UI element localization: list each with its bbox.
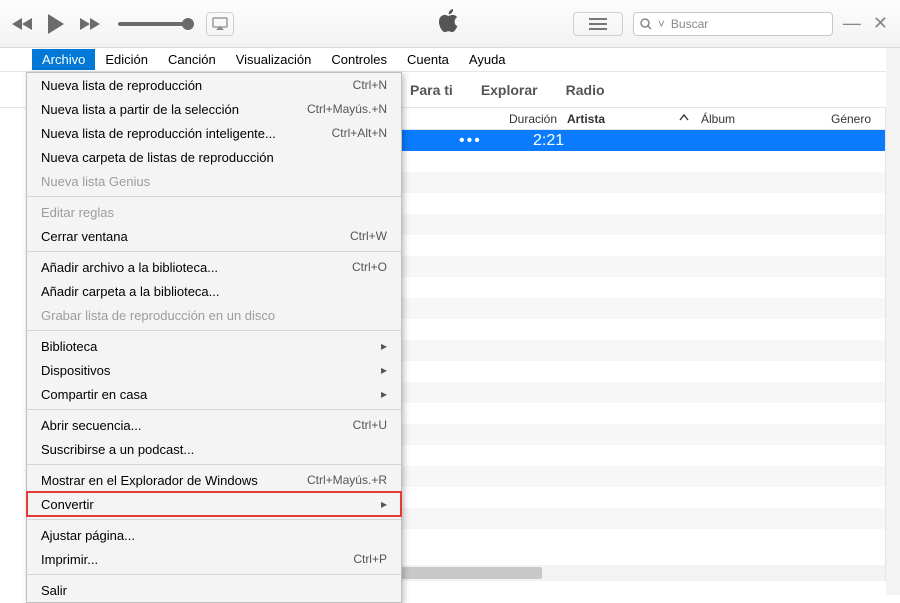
player-right: ˅ Buscar — ✕: [573, 12, 888, 36]
menu-item-shortcut: Ctrl+W: [350, 229, 387, 243]
menu-item-dispositivos[interactable]: Dispositivos ▸: [27, 358, 401, 382]
menu-item-label: Abrir secuencia...: [41, 418, 141, 433]
menu-item-label: Añadir carpeta a la biblioteca...: [41, 284, 220, 299]
menu-item-label: Imprimir...: [41, 552, 98, 567]
menu-cancion[interactable]: Canción: [158, 49, 226, 70]
window-controls: — ✕: [843, 13, 888, 34]
menu-item-grabar-lista-de-reproducción-en-un-disco: Grabar lista de reproducción en un disco: [27, 303, 401, 327]
menu-item-label: Salir: [41, 583, 67, 598]
tab-radio[interactable]: Radio: [566, 82, 605, 98]
menu-item-cerrar-ventana[interactable]: Cerrar ventana Ctrl+W: [27, 224, 401, 248]
menu-item-añadir-archivo-a-la-biblioteca[interactable]: Añadir archivo a la biblioteca... Ctrl+O: [27, 255, 401, 279]
menu-archivo[interactable]: Archivo: [32, 49, 95, 70]
menu-item-ajustar-página[interactable]: Ajustar página...: [27, 523, 401, 547]
menu-edicion[interactable]: Edición: [95, 49, 158, 70]
menu-item-label: Biblioteca: [41, 339, 97, 354]
menu-item-nueva-lista-de-reproducción[interactable]: Nueva lista de reproducción Ctrl+N: [27, 73, 401, 97]
chevron-right-icon: ▸: [381, 339, 387, 353]
menu-item-biblioteca[interactable]: Biblioteca ▸: [27, 334, 401, 358]
menu-item-shortcut: Ctrl+Mayús.+N: [307, 102, 387, 116]
menu-item-label: Suscribirse a un podcast...: [41, 442, 194, 457]
airplay-button[interactable]: [206, 12, 234, 36]
menu-item-convertir[interactable]: Convertir ▸: [27, 492, 401, 516]
player-controls: [12, 12, 234, 36]
menu-item-shortcut: Ctrl+Mayús.+R: [307, 473, 387, 487]
column-genero[interactable]: Género: [831, 112, 871, 126]
menu-item-label: Nueva carpeta de listas de reproducción: [41, 150, 274, 165]
menu-item-shortcut: Ctrl+Alt+N: [332, 126, 387, 140]
search-placeholder: Buscar: [671, 17, 826, 31]
menu-item-label: Nueva lista Genius: [41, 174, 150, 189]
track-duration: 2:21: [533, 132, 564, 150]
menu-item-label: Nueva lista de reproducción: [41, 78, 202, 93]
chevron-right-icon: ▸: [381, 497, 387, 511]
menu-item-label: Añadir archivo a la biblioteca...: [41, 260, 218, 275]
menu-item-compartir-en-casa[interactable]: Compartir en casa ▸: [27, 382, 401, 406]
menu-visualizacion[interactable]: Visualización: [226, 49, 322, 70]
menu-item-suscribirse-a-un-podcast[interactable]: Suscribirse a un podcast...: [27, 437, 401, 461]
menu-item-shortcut: Ctrl+O: [352, 260, 387, 274]
menu-cuenta[interactable]: Cuenta: [397, 49, 459, 70]
menu-item-label: Ajustar página...: [41, 528, 135, 543]
menu-item-mostrar-en-el-explorador-de-windows[interactable]: Mostrar en el Explorador de Windows Ctrl+…: [27, 468, 401, 492]
player-bar: ˅ Buscar — ✕: [0, 0, 900, 48]
menu-item-label: Editar reglas: [41, 205, 114, 220]
menu-separator: [27, 196, 401, 197]
menu-controles[interactable]: Controles: [321, 49, 397, 70]
next-icon[interactable]: [78, 16, 100, 32]
sort-ascending-icon[interactable]: [679, 112, 689, 126]
minimize-icon[interactable]: —: [843, 13, 861, 34]
play-icon[interactable]: [46, 13, 66, 35]
menu-item-editar-reglas: Editar reglas: [27, 200, 401, 224]
menu-separator: [27, 330, 401, 331]
menu-item-salir[interactable]: Salir: [27, 578, 401, 602]
close-icon[interactable]: ✕: [873, 13, 888, 34]
menu-item-nueva-lista-de-reproducción-inteligente[interactable]: Nueva lista de reproducción inteligente.…: [27, 121, 401, 145]
menu-item-label: Cerrar ventana: [41, 229, 128, 244]
apple-logo-icon: [439, 8, 461, 39]
menu-item-añadir-carpeta-a-la-biblioteca[interactable]: Añadir carpeta a la biblioteca...: [27, 279, 401, 303]
menu-item-label: Grabar lista de reproducción en un disco: [41, 308, 275, 323]
menu-item-imprimir[interactable]: Imprimir... Ctrl+P: [27, 547, 401, 571]
menu-separator: [27, 574, 401, 575]
menu-item-shortcut: Ctrl+P: [353, 552, 387, 566]
column-artista[interactable]: Artista: [567, 112, 605, 126]
search-input[interactable]: ˅ Buscar: [633, 12, 833, 36]
menu-item-label: Nueva lista a partir de la selección: [41, 102, 239, 117]
search-icon: [640, 18, 652, 30]
archivo-dropdown: Nueva lista de reproducciónCtrl+NNueva l…: [26, 72, 402, 603]
menu-ayuda[interactable]: Ayuda: [459, 49, 516, 70]
menu-separator: [27, 409, 401, 410]
chevron-right-icon: ▸: [381, 387, 387, 401]
menu-item-label: Compartir en casa: [41, 387, 147, 402]
tab-para-ti[interactable]: Para ti: [410, 82, 453, 98]
menu-separator: [27, 519, 401, 520]
volume-slider[interactable]: [118, 22, 188, 26]
view-toggle-button[interactable]: [573, 12, 623, 36]
menu-item-nueva-lista-genius: Nueva lista Genius: [27, 169, 401, 193]
menu-separator: [27, 464, 401, 465]
tab-explorar[interactable]: Explorar: [481, 82, 538, 98]
search-chevron-icon: ˅: [658, 17, 665, 31]
menu-item-abrir-secuencia[interactable]: Abrir secuencia... Ctrl+U: [27, 413, 401, 437]
menu-item-label: Convertir: [41, 497, 94, 512]
chevron-right-icon: ▸: [381, 363, 387, 377]
menu-item-label: Nueva lista de reproducción inteligente.…: [41, 126, 276, 141]
menu-item-shortcut: Ctrl+U: [353, 418, 387, 432]
column-album[interactable]: Álbum: [701, 112, 735, 126]
vertical-scrollbar[interactable]: [886, 48, 900, 595]
menu-item-label: Mostrar en el Explorador de Windows: [41, 473, 258, 488]
menu-item-shortcut: Ctrl+N: [353, 78, 387, 92]
menu-item-nueva-carpeta-de-listas-de-reproducción[interactable]: Nueva carpeta de listas de reproducción: [27, 145, 401, 169]
previous-icon[interactable]: [12, 16, 34, 32]
menu-item-label: Dispositivos: [41, 363, 110, 378]
more-icon[interactable]: •••: [459, 132, 482, 150]
column-duracion[interactable]: Duración: [509, 112, 557, 126]
menu-separator: [27, 251, 401, 252]
menu-bar: Archivo Edición Canción Visualización Co…: [0, 48, 900, 72]
menu-item-nueva-lista-a-partir-de-la-selección[interactable]: Nueva lista a partir de la selección Ctrl…: [27, 97, 401, 121]
